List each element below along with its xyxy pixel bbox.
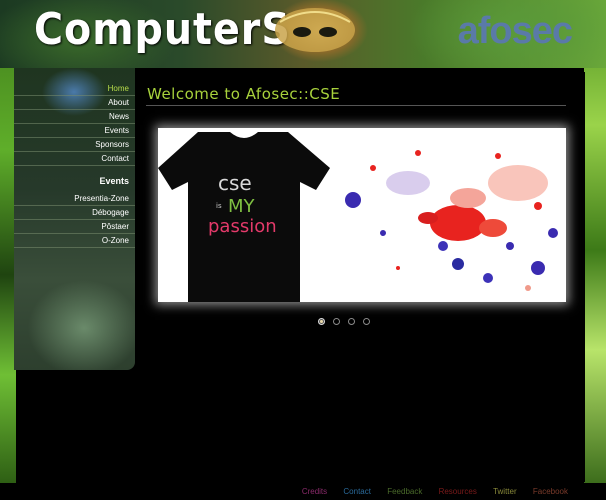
slider-dot-3[interactable] — [348, 318, 355, 325]
events-heading: Events — [99, 176, 129, 186]
tshirt-paint-splash-image: cse is MY passion — [158, 128, 566, 302]
slider-dot-4[interactable] — [363, 318, 370, 325]
site-header: ComputerS afosec — [0, 0, 606, 68]
footer-link-credits[interactable]: Credits — [302, 487, 327, 496]
nav-item-events[interactable]: Events — [14, 124, 135, 138]
nav-item-about[interactable]: About — [14, 96, 135, 110]
background-right-glow — [584, 0, 606, 500]
site-brand-logo: afosec — [457, 10, 573, 52]
shirt-text-cse: cse — [218, 171, 252, 195]
nav-item-o-zone[interactable]: O-Zone — [14, 234, 135, 248]
site-logo-title: ComputerS — [34, 4, 291, 55]
title-divider — [146, 105, 566, 106]
page-title: Welcome to Afosec::CSE — [147, 85, 341, 103]
shirt-text-is: is — [216, 202, 222, 210]
footer-link-resources[interactable]: Resources — [439, 487, 477, 496]
footer-link-twitter[interactable]: Twitter — [493, 487, 517, 496]
footer-links: Credits Contact Feedback Resources Twitt… — [288, 487, 568, 496]
carnival-mask-icon — [275, 8, 355, 52]
site-footer: Credits Contact Feedback Resources Twitt… — [0, 483, 606, 500]
nav-item-postaer[interactable]: Pôstaer — [14, 220, 135, 234]
shirt-text-my: MY — [228, 196, 256, 217]
nav-item-sponsors[interactable]: Sponsors — [14, 138, 135, 152]
nav-item-contact[interactable]: Contact — [14, 152, 135, 166]
nav-item-presentia-zone[interactable]: Presentia-Zone — [14, 192, 135, 206]
footer-link-feedback[interactable]: Feedback — [387, 487, 422, 496]
sidebar: Home About News Events Sponsors Contact … — [14, 68, 135, 370]
footer-link-facebook[interactable]: Facebook — [533, 487, 568, 496]
shirt-text-passion: passion — [208, 216, 277, 237]
footer-link-contact[interactable]: Contact — [343, 487, 371, 496]
slideshow-image[interactable]: cse is MY passion — [158, 128, 566, 302]
slider-dot-1[interactable] — [318, 318, 325, 325]
nav-item-home[interactable]: Home — [14, 82, 135, 96]
nav-item-debogage[interactable]: Débogage — [14, 206, 135, 220]
main-nav: Home About News Events Sponsors Contact — [14, 82, 135, 166]
slider-dot-2[interactable] — [333, 318, 340, 325]
main-content: Welcome to Afosec::CSE cse is MY passion — [137, 72, 585, 482]
events-nav: Presentia-Zone Débogage Pôstaer O-Zone — [14, 192, 135, 248]
nav-item-news[interactable]: News — [14, 110, 135, 124]
